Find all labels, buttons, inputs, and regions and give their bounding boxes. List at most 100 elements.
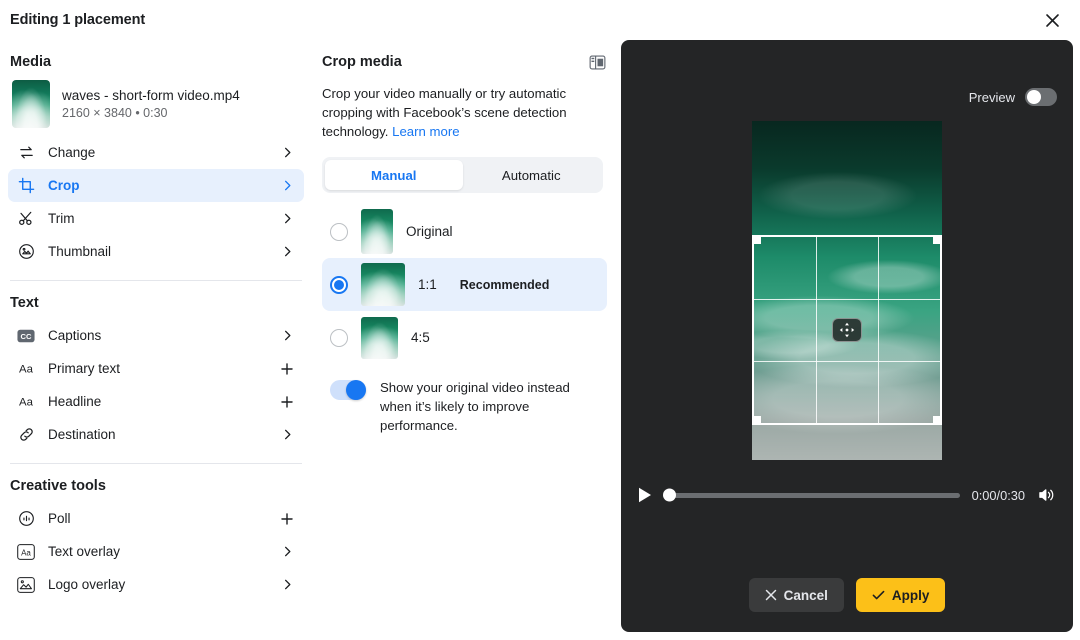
media-file-name: waves - short-form video.mp4 [62,88,240,103]
svg-text:Aa: Aa [19,364,34,376]
dialog-footer-actions: Cancel Apply [621,578,1073,612]
radio-dot [334,279,344,290]
sidebar-item-label: Thumbnail [48,244,112,259]
panel-layout-icon[interactable] [587,52,607,72]
crop-selection-box[interactable] [752,235,942,425]
sidebar-item-crop[interactable]: Crop [8,169,304,202]
chevron-right-icon [278,177,296,195]
tab-automatic[interactable]: Automatic [463,160,601,190]
radio-button[interactable] [330,328,348,347]
ratio-option-original[interactable]: Original [322,205,607,258]
placement-editor-dialog: Editing 1 placement Media waves - short-… [0,0,1080,640]
link-icon [16,425,36,445]
radio-button[interactable] [330,222,348,241]
tab-manual[interactable]: Manual [325,160,463,190]
learn-more-link[interactable]: Learn more [392,124,459,139]
sidebar-item-trim[interactable]: Trim [8,202,304,235]
sidebar-item-captions[interactable]: CC Captions [8,319,304,352]
aa-text-icon: Aa [16,392,36,412]
ratio-label: 4:5 [411,330,430,345]
video-player-controls: 0:00/0:30 [621,480,1073,510]
ratio-option-1-1[interactable]: 1:1 Recommended [322,258,607,311]
video-preview-panel: Preview 0:00/0:30 Cancel Apply [621,40,1073,632]
svg-text:CC: CC [20,332,32,341]
recommended-badge: Recommended [459,277,550,292]
ratio-label: Original [406,224,453,239]
chevron-right-icon [278,210,296,228]
media-section-title: Media [10,54,52,70]
page-title: Editing 1 placement [10,12,146,28]
video-time: 0:00/0:30 [971,487,1025,503]
original-video-toggle-label: Show your original video instead when it… [380,380,570,433]
image-circle-icon [16,242,36,262]
volume-icon[interactable] [1037,486,1057,504]
chevron-right-icon [278,426,296,444]
sidebar-item-label: Logo overlay [48,577,126,592]
crop-handle-top-left[interactable] [752,235,761,244]
x-icon [765,589,776,601]
poll-icon [16,509,36,529]
close-icon[interactable] [1038,6,1066,34]
chevron-right-icon [278,144,296,162]
grid-line [754,360,940,362]
dialog-header: Editing 1 placement [0,0,1080,40]
grid-line [754,298,940,300]
apply-button-label: Apply [891,587,930,603]
preview-toggle[interactable] [1025,88,1057,106]
scissors-icon [16,209,36,229]
sidebar-item-label: Destination [48,427,116,442]
crop-handle-bottom-right[interactable] [933,416,942,425]
crop-handle-top-right[interactable] [933,235,942,244]
check-icon [872,590,885,600]
sidebar-item-headline[interactable]: Aa Headline [8,385,304,418]
ratio-thumbnail [361,263,405,306]
crop-handle-bottom-left[interactable] [752,416,761,425]
aspect-ratio-list: Original 1:1 Recommended 4:5 [322,205,607,364]
aa-text-icon: Aa [16,359,36,379]
media-file-row[interactable]: waves - short-form video.mp4 2160 × 3840… [8,78,304,136]
sidebar-item-text-overlay[interactable]: Aa Text overlay [8,535,304,568]
move-icon[interactable] [832,318,862,342]
sidebar-item-label: Trim [48,211,75,226]
grid-line [815,237,817,423]
plus-icon[interactable] [278,393,296,411]
video-scrubber[interactable] [663,488,960,502]
original-video-toggle[interactable] [330,380,366,400]
cc-icon: CC [16,326,36,346]
text-overlay-icon: Aa [16,542,36,562]
sidebar-item-poll[interactable]: Poll [8,502,304,535]
ratio-thumbnail [361,209,393,254]
crop-icon [16,176,36,196]
sidebar-item-thumbnail[interactable]: Thumbnail [8,235,304,268]
creative-tools-section-title: Creative tools [10,478,106,494]
swap-arrows-icon [16,143,36,163]
radio-button[interactable] [330,275,348,294]
media-thumbnail [12,80,50,128]
scrubber-thumb[interactable] [663,488,676,502]
crop-panel-title: Crop media [322,54,402,70]
sidebar-item-label: Text overlay [48,544,121,559]
crop-mode-tabs: Manual Automatic [322,157,603,193]
cancel-button[interactable]: Cancel [748,578,844,612]
sidebar-item-label: Change [48,145,96,160]
plus-icon[interactable] [278,360,296,378]
crop-panel-header: Crop media [322,52,607,72]
sidebar-item-label: Primary text [48,361,121,376]
sidebar-item-change[interactable]: Change [8,136,304,169]
sidebar-item-destination[interactable]: Destination [8,418,304,451]
text-section-title: Text [10,295,39,311]
preview-label: Preview [968,89,1015,105]
crop-panel-description: Crop your video manually or try automati… [322,84,602,141]
play-icon[interactable] [637,486,653,504]
apply-button[interactable]: Apply [855,578,946,612]
toggle-knob [346,380,366,400]
sidebar-item-logo-overlay[interactable]: Logo overlay [8,568,304,601]
ratio-option-4-5[interactable]: 4:5 [322,311,607,364]
preview-toggle-row: Preview [969,88,1057,106]
original-video-toggle-row: Show your original video instead when it… [322,378,607,435]
sidebar-item-label: Headline [48,394,102,409]
ratio-thumbnail [361,316,398,359]
chevron-right-icon [278,576,296,594]
plus-icon[interactable] [278,510,296,528]
sidebar-item-primary-text[interactable]: Aa Primary text [8,352,304,385]
